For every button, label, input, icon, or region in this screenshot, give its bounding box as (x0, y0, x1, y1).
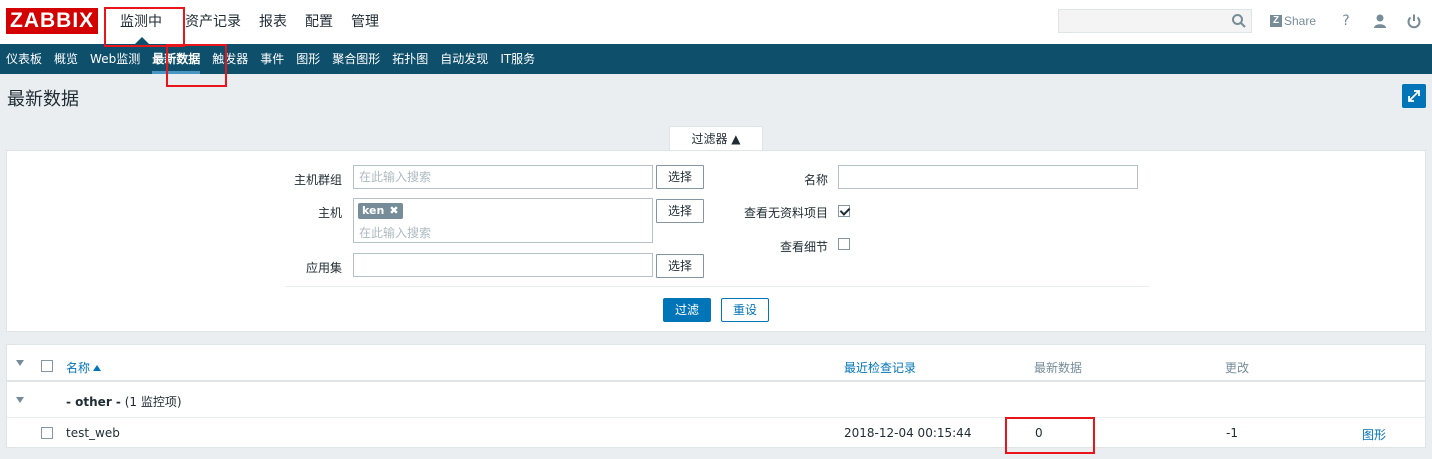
show-items-without-data-checkbox[interactable] (838, 205, 850, 217)
submenu-discovery[interactable]: 自动发现 (434, 44, 494, 74)
top-header: ZABBIX 监测中 资产记录 报表 配置 管理 Z Share ? (0, 0, 1432, 44)
host-search-placeholder[interactable]: 在此输入搜索 (359, 224, 431, 241)
host-group-input[interactable]: 在此输入搜索 (353, 165, 653, 189)
row-checkbox[interactable] (41, 427, 53, 439)
host-group-select-button[interactable]: 选择 (656, 165, 704, 189)
filter-divider (285, 286, 1149, 287)
filter-reset-button[interactable]: 重设 (721, 298, 769, 322)
column-change: 更改 (1225, 361, 1250, 375)
item-graph-link[interactable]: 图形 (1362, 426, 1386, 443)
application-label: 应用集 (305, 261, 342, 275)
highlight-last-value (1005, 417, 1095, 454)
remove-tag-icon[interactable]: ✖ (389, 204, 398, 217)
application-input[interactable] (353, 253, 653, 277)
filter-tab[interactable]: 过滤器 ▲ (669, 126, 763, 151)
show-items-without-data-label: 查看无资料项目 (743, 206, 828, 220)
host-group-label: 主机群组 (293, 173, 342, 187)
share-z-icon: Z (1270, 15, 1282, 27)
filter-panel (6, 150, 1426, 332)
host-multiselect[interactable]: ken ✖ 在此输入搜索 (353, 198, 653, 243)
group-name: - other - (66, 395, 121, 409)
column-name-label: 名称 (66, 361, 91, 375)
host-tag: ken ✖ (358, 203, 403, 219)
logout-icon[interactable] (1406, 13, 1422, 29)
item-name: test_web (66, 426, 120, 440)
menu-reports[interactable]: 报表 (250, 0, 296, 44)
user-profile-icon[interactable] (1372, 13, 1388, 29)
highlight-latest-data (166, 44, 227, 87)
highlight-monitoring (104, 7, 185, 47)
submenu-overview[interactable]: 概览 (48, 44, 84, 74)
column-last-value: 最新数据 (1034, 361, 1083, 375)
menu-inventory[interactable]: 资产记录 (176, 0, 250, 44)
help-icon[interactable]: ? (1338, 13, 1354, 29)
column-last-check[interactable]: 最近检查记录 (844, 359, 916, 376)
sort-asc-icon (93, 365, 102, 371)
latest-data-table: 名称 最近检查记录 最新数据 更改 - other - (1 监控项) test… (6, 344, 1426, 448)
page-title: 最新数据 (7, 89, 79, 110)
host-tag-label: ken (362, 204, 385, 217)
table-row: test_web 2018-12-04 00:15:44 0 -1 图形 (7, 418, 1425, 448)
filter-apply-button[interactable]: 过滤 (663, 298, 711, 322)
share-label: Share (1284, 14, 1317, 28)
fullscreen-icon[interactable] (1402, 84, 1426, 108)
submenu-maps[interactable]: 拓扑图 (386, 44, 434, 74)
submenu-screens[interactable]: 聚合图形 (326, 44, 386, 74)
select-all-checkbox[interactable] (41, 360, 53, 372)
item-last-check: 2018-12-04 00:15:44 (844, 426, 972, 440)
show-details-label: 查看细节 (779, 240, 828, 254)
show-details-checkbox[interactable] (838, 238, 850, 250)
column-name[interactable]: 名称 (66, 359, 102, 376)
expand-group-icon[interactable] (16, 397, 24, 403)
group-count: (1 监控项) (124, 395, 182, 409)
submenu-web[interactable]: Web监测 (84, 44, 146, 74)
group-title: - other - (1 监控项) (66, 393, 182, 410)
table-header: 名称 最近检查记录 最新数据 更改 (7, 345, 1425, 382)
submenu-events[interactable]: 事件 (254, 44, 290, 74)
global-search-input[interactable] (1058, 9, 1252, 33)
group-row: - other - (1 监控项) (7, 382, 1425, 418)
submenu-graphs[interactable]: 图形 (290, 44, 326, 74)
host-select-button[interactable]: 选择 (656, 199, 704, 223)
zabbix-logo[interactable]: ZABBIX (6, 8, 99, 34)
host-label: 主机 (317, 206, 342, 220)
name-input[interactable] (838, 165, 1138, 189)
name-label: 名称 (803, 173, 828, 187)
submenu-it-services[interactable]: IT服务 (494, 44, 541, 74)
submenu-dashboard[interactable]: 仪表板 (0, 44, 48, 74)
menu-configuration[interactable]: 配置 (296, 0, 342, 44)
item-change: -1 (1226, 426, 1238, 440)
collapse-all-icon[interactable] (16, 360, 24, 366)
menu-administration[interactable]: 管理 (342, 0, 388, 44)
search-icon[interactable] (1231, 13, 1247, 29)
share-link[interactable]: Z Share (1270, 13, 1316, 29)
application-select-button[interactable]: 选择 (656, 254, 704, 278)
